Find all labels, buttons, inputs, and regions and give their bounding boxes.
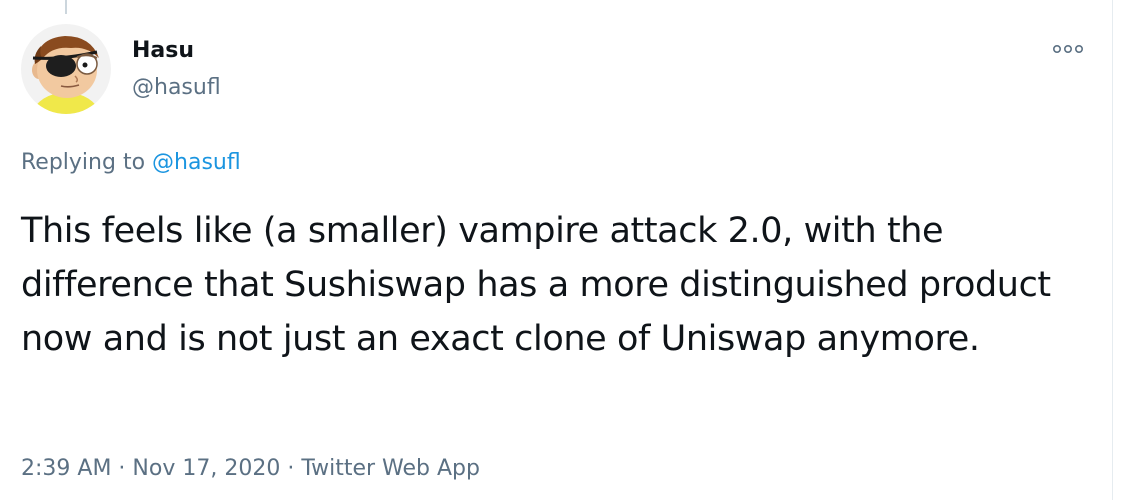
meta-separator: ·: [280, 456, 302, 481]
tweet-time-link[interactable]: 2:39 AM: [21, 456, 111, 481]
author-handle[interactable]: @hasufl: [132, 74, 221, 102]
tweet-source-link[interactable]: Twitter Web App: [301, 456, 480, 481]
tweet-date-link[interactable]: Nov 17, 2020: [132, 456, 280, 481]
replying-to-line: Replying to @hasufl: [21, 146, 241, 180]
meta-separator: ·: [111, 456, 133, 481]
tweet-text: This feels like (a smaller) vampire atta…: [21, 211, 1051, 359]
avatar[interactable]: [21, 24, 111, 114]
more-options-icon: [1053, 45, 1083, 54]
replying-to-label: Replying to: [21, 150, 153, 175]
replying-to-mention-link[interactable]: @hasufl: [152, 150, 241, 175]
timeline-right-border: [1112, 0, 1113, 500]
tweet-metadata: 2:39 AM · Nov 17, 2020 · Twitter Web App: [21, 452, 480, 486]
thread-connector-line: [65, 0, 67, 14]
more-options-button[interactable]: [1048, 36, 1088, 64]
cartoon-eyepatch-avatar-image: [21, 24, 111, 114]
author-display-name[interactable]: Hasu: [132, 38, 194, 64]
